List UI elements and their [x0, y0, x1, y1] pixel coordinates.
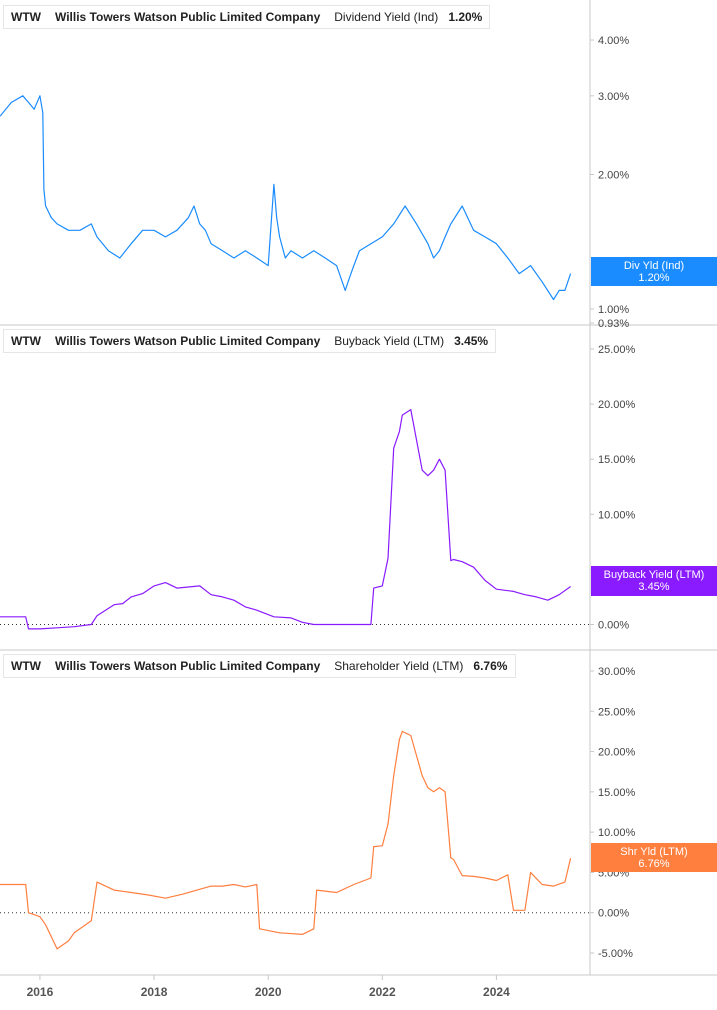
- legend-metric: Shareholder Yield (LTM): [334, 659, 464, 673]
- y-tick-label: 20.00%: [598, 747, 636, 759]
- y-tick-label: 25.00%: [598, 344, 636, 356]
- callout-dividend-yield: Div Yld (Ind) 1.20%: [591, 257, 717, 286]
- legend-value: 3.45%: [454, 334, 489, 348]
- y-tick-label: -5.00%: [598, 948, 633, 960]
- legend-ticker: WTW: [11, 334, 41, 348]
- callout-title: Shr Yld (LTM): [620, 846, 688, 858]
- y-tick-label: 30.00%: [598, 666, 636, 678]
- legend-company: Willis Towers Watson Public Limited Comp…: [54, 10, 321, 24]
- callout-shareholder-yield: Shr Yld (LTM) 6.76%: [591, 843, 717, 872]
- callout-title: Buyback Yield (LTM): [603, 569, 705, 581]
- y-tick-label: 0.93%: [598, 318, 629, 330]
- x-tick-label: 2024: [483, 985, 510, 999]
- legend-value: 1.20%: [448, 10, 483, 24]
- legend-value: 6.76%: [473, 659, 508, 673]
- y-tick-label: 3.00%: [598, 91, 629, 103]
- legend-ticker: WTW: [11, 659, 41, 673]
- legend-metric: Dividend Yield (Ind): [334, 10, 439, 24]
- x-tick-label: 2020: [255, 985, 282, 999]
- y-tick-label: 10.00%: [598, 827, 636, 839]
- y-tick-label: 25.00%: [598, 706, 636, 718]
- legend-ticker: WTW: [11, 10, 41, 24]
- callout-value: 3.45%: [638, 581, 670, 593]
- y-tick-label: 1.00%: [598, 304, 629, 316]
- y-tick-label: 15.00%: [598, 454, 636, 466]
- legend-shareholder-yield: WTW Willis Towers Watson Public Limited …: [3, 654, 516, 678]
- y-tick-label: 4.00%: [598, 35, 629, 47]
- callout-value: 6.76%: [638, 858, 670, 870]
- legend-buyback-yield: WTW Willis Towers Watson Public Limited …: [3, 329, 496, 353]
- chart-root: 4.00% 3.00% 2.00% 1.00% 0.93% 25.00% 20.00% 15.…: [0, 0, 717, 1005]
- y-tick-label: 15.00%: [598, 787, 636, 799]
- x-tick-label: 2022: [369, 985, 396, 999]
- series-line: [0, 95, 572, 301]
- legend-company: Willis Towers Watson Public Limited Comp…: [54, 659, 321, 673]
- callout-value: 1.20%: [638, 272, 670, 284]
- y-tick-label: 2.00%: [598, 169, 629, 181]
- x-tick-label: 2018: [141, 985, 168, 999]
- series-line: [0, 730, 572, 950]
- y-tick-label: 20.00%: [598, 399, 636, 411]
- y-tick-label: 0.00%: [598, 908, 629, 920]
- y-tick-label: 10.00%: [598, 509, 636, 521]
- legend-metric: Buyback Yield (LTM): [334, 334, 445, 348]
- legend-company: Willis Towers Watson Public Limited Comp…: [54, 334, 321, 348]
- callout-title: Div Yld (Ind): [623, 260, 685, 272]
- callout-buyback-yield: Buyback Yield (LTM) 3.45%: [591, 566, 717, 596]
- legend-dividend-yield: WTW Willis Towers Watson Public Limited …: [3, 5, 490, 29]
- x-tick-label: 2016: [27, 985, 54, 999]
- series-line: [0, 409, 571, 630]
- y-tick-label: 0.00%: [598, 619, 629, 631]
